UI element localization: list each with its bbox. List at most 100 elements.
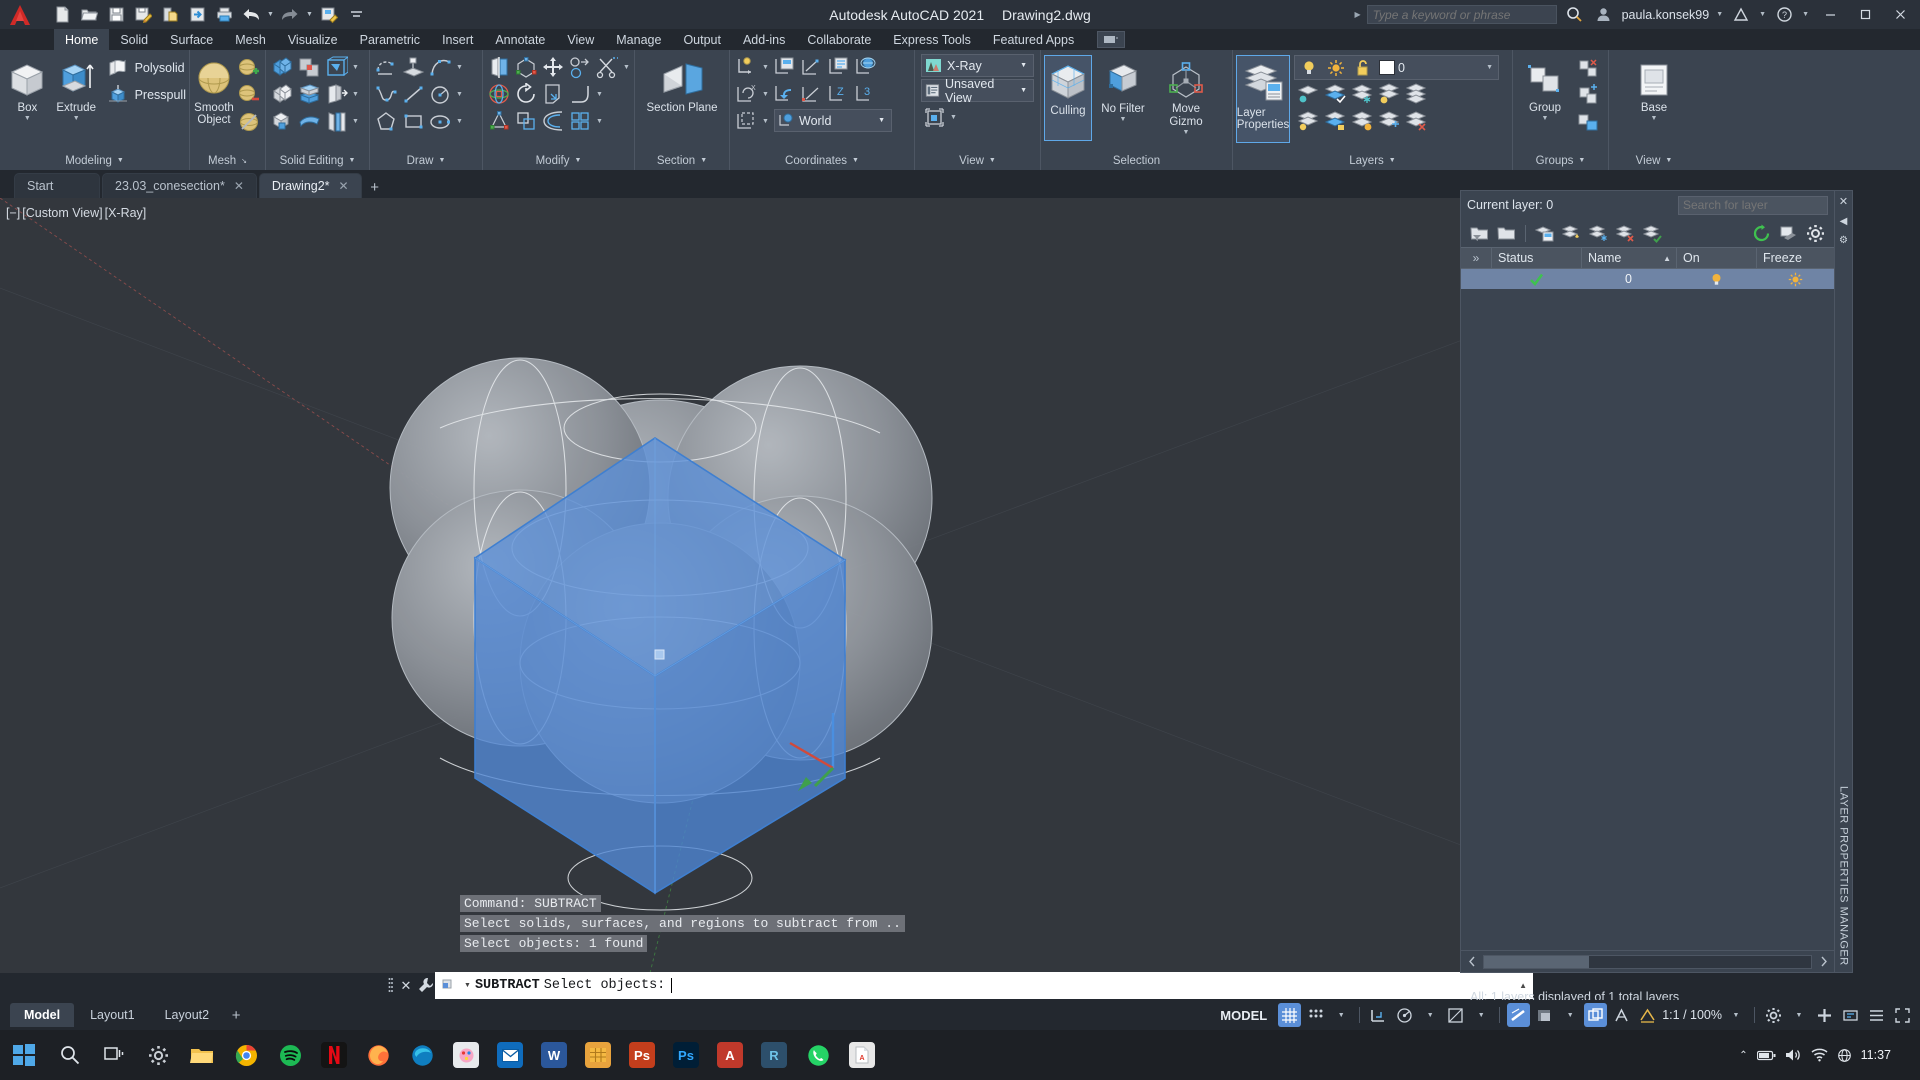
ucs-face-icon[interactable] xyxy=(733,108,760,135)
ucs-manager-icon[interactable] xyxy=(771,54,798,81)
fullscreen-icon[interactable] xyxy=(1891,1003,1914,1027)
scroll-right-icon[interactable] xyxy=(1816,949,1830,974)
undo-icon[interactable] xyxy=(239,3,263,27)
mail-icon[interactable] xyxy=(488,1030,532,1080)
base-caret[interactable]: ▼ xyxy=(1651,115,1658,123)
panel-label-draw[interactable]: Draw ▼ xyxy=(370,151,482,170)
horizontal-scrollbar[interactable] xyxy=(1483,954,1812,969)
command-history-caret[interactable]: ▼ xyxy=(464,982,471,989)
solid-history-icon[interactable] xyxy=(486,54,513,81)
powerpoint-icon[interactable]: Ps xyxy=(620,1030,664,1080)
tab-layout1[interactable]: Layout1 xyxy=(76,1003,148,1027)
panel-groups-caret[interactable]: ▼ xyxy=(1578,157,1585,164)
scale-caret[interactable]: ▼ xyxy=(1725,1003,1747,1027)
file-tab-conesection[interactable]: 23.03_conesection* ✕ xyxy=(102,173,257,198)
customization-icon[interactable] xyxy=(1865,1003,1888,1027)
ucs-3-icon[interactable]: 3 xyxy=(852,81,879,108)
ucs-previous-icon[interactable] xyxy=(771,81,798,108)
polygon-icon[interactable] xyxy=(373,108,400,135)
tab-featured-apps[interactable]: Featured Apps xyxy=(982,29,1085,50)
column-on[interactable]: On xyxy=(1676,248,1756,268)
task-view-icon[interactable] xyxy=(92,1030,136,1080)
panel-label-layers[interactable]: Layers ▼ xyxy=(1233,151,1512,170)
panel-label-section[interactable]: Section ▼ xyxy=(635,151,729,170)
row-on-icon[interactable] xyxy=(1676,269,1756,289)
save-to-web-icon[interactable] xyxy=(158,3,182,27)
delete-layer-icon[interactable] xyxy=(1613,221,1638,246)
annotation-scale-value[interactable]: 1:1 / 100% xyxy=(1662,1008,1722,1022)
file-tab-drawing2[interactable]: Drawing2* ✕ xyxy=(258,173,362,198)
column-freeze[interactable]: Freeze xyxy=(1756,248,1834,268)
layer-combo-caret[interactable]: ▼ xyxy=(1486,64,1498,71)
solid-edit-caret[interactable]: ▼ xyxy=(350,54,361,81)
annotation-visibility-icon[interactable] xyxy=(1610,1003,1633,1027)
polar-caret[interactable]: ▼ xyxy=(1419,1003,1441,1027)
selection-cycling-icon[interactable] xyxy=(1584,1003,1608,1027)
trim-icon[interactable] xyxy=(594,54,621,81)
osnap-caret[interactable]: ▼ xyxy=(1470,1003,1492,1027)
customize-qat-icon[interactable] xyxy=(344,3,368,27)
tab-mesh[interactable]: Mesh xyxy=(224,29,277,50)
move-gizmo-caret[interactable]: ▼ xyxy=(1183,129,1190,137)
ucs-icon[interactable] xyxy=(733,54,760,81)
close-icon[interactable]: ✕ xyxy=(339,179,349,193)
set-current-icon[interactable] xyxy=(1640,221,1665,246)
transparency-caret[interactable]: ▼ xyxy=(1559,1003,1581,1027)
column-status[interactable]: Status xyxy=(1491,248,1581,268)
group-edit-icon[interactable] xyxy=(1574,81,1601,108)
new-property-filter-icon[interactable] xyxy=(1467,221,1492,246)
autodesk-cloud-icon[interactable] xyxy=(1730,4,1752,26)
tab-insert[interactable]: Insert xyxy=(431,29,484,50)
tab-express-tools[interactable]: Express Tools xyxy=(882,29,982,50)
photoshop-icon[interactable]: Ps xyxy=(664,1030,708,1080)
layer-isolate-icon[interactable] xyxy=(1294,80,1321,107)
user-menu-caret[interactable]: ▼ xyxy=(1716,11,1723,18)
polyline-icon[interactable] xyxy=(373,54,400,81)
tab-collaborate[interactable]: Collaborate xyxy=(796,29,882,50)
subtract-icon[interactable] xyxy=(296,54,323,81)
spotify-icon[interactable] xyxy=(268,1030,312,1080)
word-icon[interactable]: W xyxy=(532,1030,576,1080)
palette-autohide-icon[interactable]: ◀ xyxy=(1840,216,1848,227)
tab-addins[interactable]: Add-ins xyxy=(732,29,796,50)
layer-lock-icon[interactable] xyxy=(1321,107,1348,134)
excel-icon[interactable] xyxy=(576,1030,620,1080)
tab-visualize[interactable]: Visualize xyxy=(277,29,349,50)
save-icon[interactable] xyxy=(104,3,128,27)
thicken-icon[interactable] xyxy=(296,108,323,135)
tab-parametric[interactable]: Parametric xyxy=(349,29,431,50)
help-search[interactable]: ▶ xyxy=(1354,5,1557,24)
extrude-button[interactable]: Extrude ▼ xyxy=(52,54,101,123)
layer-freeze-icon[interactable] xyxy=(1348,80,1375,107)
minimize-button[interactable] xyxy=(1816,0,1844,29)
ribbon-display-options[interactable] xyxy=(1097,31,1126,48)
ellipse-icon[interactable] xyxy=(427,108,454,135)
undo-dropdown-caret[interactable]: ▼ xyxy=(266,3,275,27)
refresh-icon[interactable] xyxy=(1749,221,1774,246)
panel-label-modify[interactable]: Modify ▼ xyxy=(483,151,634,170)
new-layout-button[interactable]: + xyxy=(225,1004,247,1026)
panel-coordinates-caret[interactable]: ▼ xyxy=(852,157,859,164)
viewcube-caret[interactable]: ▼ xyxy=(948,104,959,131)
new-file-tab-button[interactable]: + xyxy=(364,176,386,198)
add-button-icon[interactable] xyxy=(1813,1003,1836,1027)
ucs-named-icon[interactable] xyxy=(825,54,852,81)
layer-unlock-icon[interactable] xyxy=(1349,54,1376,81)
layer-search-input[interactable] xyxy=(1683,198,1838,212)
panel-solid-editing-caret[interactable]: ▼ xyxy=(349,157,356,164)
panel-draw-caret[interactable]: ▼ xyxy=(438,157,445,164)
tab-model[interactable]: Model xyxy=(10,1003,75,1027)
search-expand-caret[interactable]: ▶ xyxy=(1354,10,1360,19)
3d-align-icon[interactable] xyxy=(540,81,567,108)
tab-view[interactable]: View xyxy=(556,29,605,50)
row-freeze-icon[interactable] xyxy=(1756,269,1834,289)
edge-icon[interactable] xyxy=(400,1030,444,1080)
3d-array-icon[interactable] xyxy=(513,108,540,135)
visual-style-caret[interactable]: ▼ xyxy=(1020,62,1030,69)
lineweight-icon[interactable] xyxy=(1507,1003,1531,1027)
search-icon[interactable] xyxy=(1564,4,1586,26)
layer-color-swatch[interactable] xyxy=(1379,60,1395,75)
move-gizmo-button[interactable]: Move Gizmo ▼ xyxy=(1154,55,1218,137)
snap-caret[interactable]: ▼ xyxy=(1330,1003,1352,1027)
tab-manage[interactable]: Manage xyxy=(605,29,672,50)
